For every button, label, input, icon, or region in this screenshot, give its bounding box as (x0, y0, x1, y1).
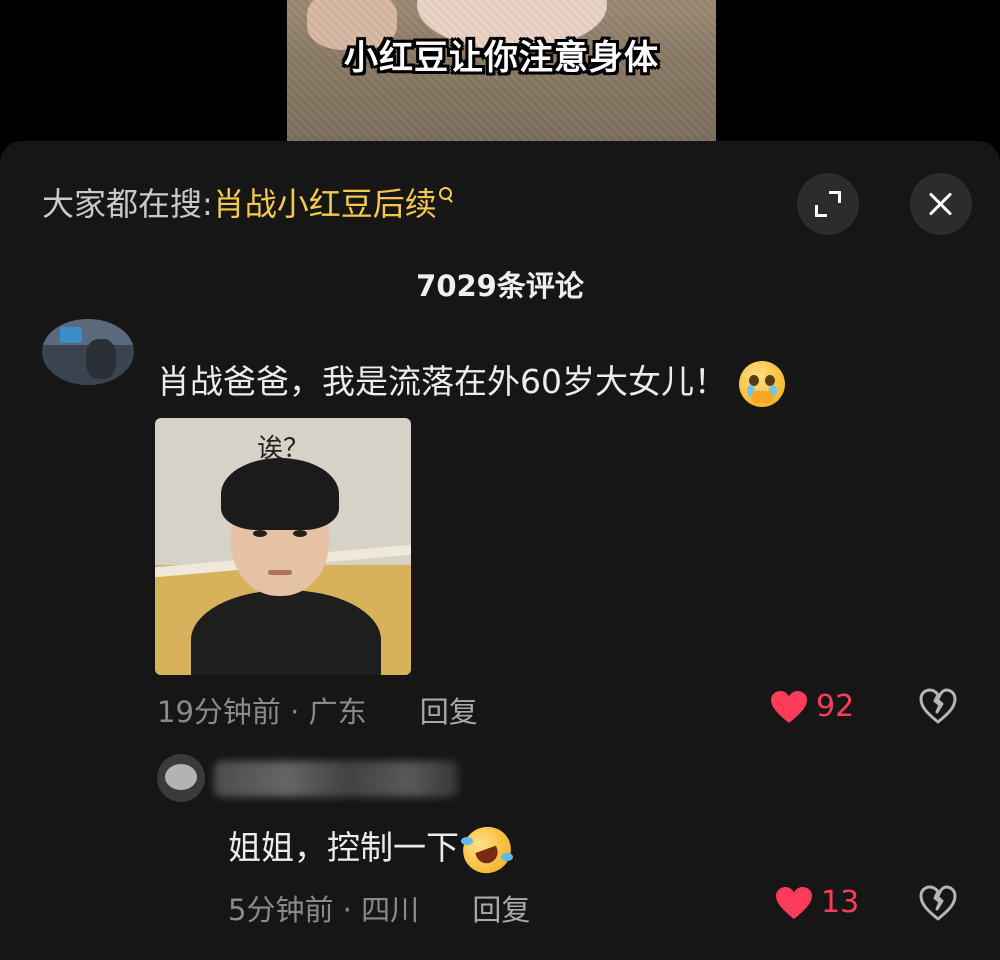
meta-separator: · (290, 695, 300, 729)
dislike-button[interactable] (918, 686, 958, 726)
comment-meta: 5分钟前 · 四川 回复 (228, 887, 530, 929)
avatar-bg (42, 319, 134, 346)
like-count: 13 (821, 885, 860, 920)
comment-location: 广东 (308, 695, 367, 729)
emoji-eye (749, 374, 759, 386)
meme-caption: 诶？ (256, 434, 309, 464)
video-player[interactable]: 小红豆让你注意身体 (287, 0, 716, 142)
avatar-detail (60, 327, 82, 343)
rolling-laughing-icon (456, 819, 518, 880)
comment-meta: 19分钟前 · 广东 回复 (157, 689, 478, 731)
emoji-eye (765, 374, 775, 386)
meta-separator: · (342, 893, 352, 927)
heart-icon (775, 886, 813, 920)
comment-count: 7029条评论 (416, 269, 584, 303)
avatar[interactable] (42, 319, 134, 385)
close-button[interactable] (910, 173, 972, 235)
close-icon (927, 190, 955, 218)
username-redacted (214, 761, 458, 797)
meme-eye (293, 530, 307, 537)
emoji-tear (461, 836, 473, 845)
broken-heart-icon (919, 885, 957, 921)
like-button[interactable]: 92 (770, 689, 854, 724)
emoji-tear (501, 852, 513, 861)
search-icon (438, 187, 453, 201)
expand-button[interactable] (797, 173, 859, 235)
comment-time: 5分钟前 (228, 893, 334, 927)
meme-hair (221, 458, 339, 530)
comment-sheet: 大家都在搜:肖战小红豆后续 7029条评论 肖战爸爸，我是流落在外60岁大女儿！ (0, 141, 1000, 960)
trending-search[interactable]: 大家都在搜:肖战小红豆后续 (42, 181, 453, 227)
comment-location: 四川 (361, 893, 420, 927)
comment-body: 姐姐，控制一下 (228, 828, 459, 867)
comment-text: 姐姐，控制一下 (228, 819, 518, 880)
meme-mouth (268, 570, 292, 575)
comment-body: 肖战爸爸，我是流落在外60岁大女儿！ (157, 362, 727, 401)
reply-button[interactable]: 回复 (420, 695, 478, 729)
comment-image[interactable]: 诶？ (155, 418, 411, 675)
heart-icon (770, 690, 808, 724)
trending-search-term[interactable]: 肖战小红豆后续 (213, 185, 437, 223)
expand-icon (815, 191, 841, 217)
like-button[interactable]: 13 (775, 885, 859, 920)
dislike-button[interactable] (918, 883, 958, 923)
broken-heart-icon (919, 688, 957, 724)
app-screen: 小红豆让你注意身体 大家都在搜:肖战小红豆后续 7029条评论 肖战爸爸，我是流… (0, 0, 1000, 960)
like-count: 92 (816, 689, 855, 724)
meme-eye (253, 530, 267, 537)
avatar-figure (86, 339, 116, 379)
comment-text: 肖战爸爸，我是流落在外60岁大女儿！ (157, 355, 785, 407)
reply-button[interactable]: 回复 (472, 893, 530, 927)
avatar[interactable] (157, 754, 205, 802)
crying-face-hands-icon (739, 360, 785, 407)
comment-time: 19分钟前 (157, 695, 281, 729)
video-caption: 小红豆让你注意身体 (344, 38, 659, 78)
emoji-hands (751, 390, 773, 403)
trending-search-label: 大家都在搜: (42, 185, 213, 223)
